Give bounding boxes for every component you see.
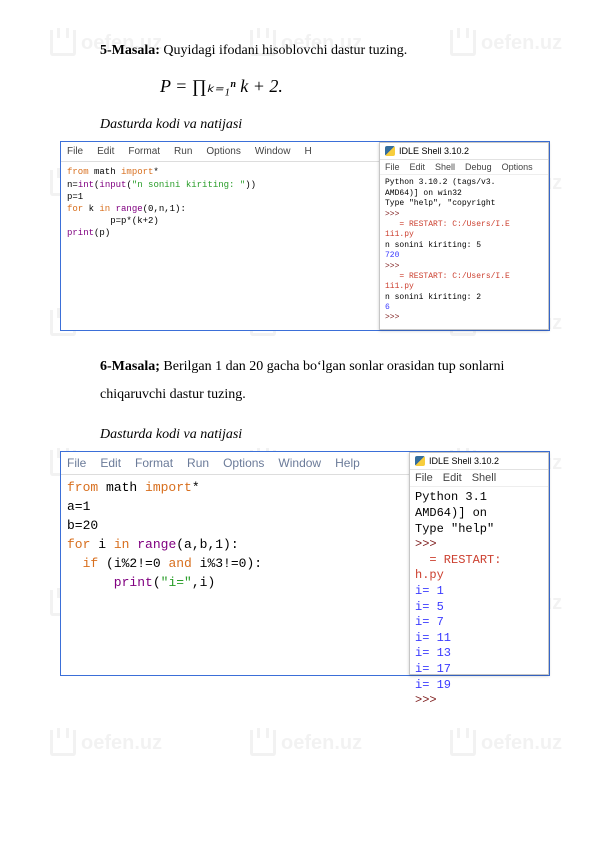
menu-item[interactable]: Help (335, 456, 360, 470)
shell-window-1: IDLE Shell 3.10.2 File Edit Shell Debug … (379, 142, 549, 330)
shell-menu: File Edit Shell (410, 470, 548, 487)
menu-item[interactable]: File (415, 472, 433, 484)
menu-item[interactable]: File (67, 456, 86, 470)
menu-item[interactable]: Edit (410, 162, 426, 172)
shell-title: IDLE Shell 3.10.2 (380, 143, 548, 160)
menu-item[interactable]: Shell (435, 162, 455, 172)
codebox-2: File Edit Format Run Options Window Help… (60, 451, 550, 676)
python-icon (415, 456, 425, 466)
menu-item[interactable]: Run (174, 146, 192, 157)
python-icon (385, 146, 395, 156)
menu-item[interactable]: Edit (100, 456, 121, 470)
menu-item[interactable]: Options (223, 456, 264, 470)
menu-item[interactable]: Edit (443, 472, 462, 484)
shell-menu: File Edit Shell Debug Options (380, 160, 548, 175)
shell-window-2: IDLE Shell 3.10.2 File Edit Shell Python… (409, 452, 549, 675)
menu-item[interactable]: Options (502, 162, 533, 172)
menu-item[interactable]: Edit (97, 146, 114, 157)
formula: P = ∏ₖ₌₁ⁿ k + 2. (160, 76, 535, 97)
shell-body: Python 3.1 AMD64)] on Type "help" >>> = … (410, 487, 548, 711)
menu-item[interactable]: File (385, 162, 400, 172)
subtitle1: Dasturda kodi va natijasi (100, 117, 535, 133)
shell-body: Python 3.10.2 (tags/v3. AMD64)] on win32… (380, 175, 548, 326)
menu-item[interactable]: Options (206, 146, 240, 157)
menu-item[interactable]: Window (278, 456, 321, 470)
menu-item[interactable]: Format (128, 146, 160, 157)
menu-item[interactable]: Shell (472, 472, 496, 484)
menu-item[interactable]: Format (135, 456, 173, 470)
menu-item[interactable]: Window (255, 146, 291, 157)
menu-item[interactable]: H (304, 146, 311, 157)
problem6-text: Berilgan 1 dan 20 gacha boʻlgan sonlar o… (100, 359, 504, 402)
subtitle2: Dasturda kodi va natijasi (100, 427, 535, 443)
menu-item[interactable]: Debug (465, 162, 492, 172)
codebox-1: File Edit Format Run Options Window H fr… (60, 141, 550, 331)
shell-title-text: IDLE Shell 3.10.2 (399, 146, 469, 156)
problem5-title: 5-Masala: Quyidagi ifodani hisoblovchi d… (100, 40, 535, 62)
problem5-label: 5-Masala: (100, 43, 160, 58)
shell-title: IDLE Shell 3.10.2 (410, 453, 548, 470)
shell-title-text: IDLE Shell 3.10.2 (429, 456, 499, 466)
problem6-title: 6-Masala; Berilgan 1 dan 20 gacha boʻlga… (100, 353, 535, 409)
problem5-text: Quyidagi ifodani hisoblovchi dastur tuzi… (160, 43, 407, 58)
problem6-label: 6-Masala; (100, 359, 160, 374)
page-content: 5-Masala: Quyidagi ifodani hisoblovchi d… (0, 0, 595, 676)
menu-item[interactable]: File (67, 146, 83, 157)
menu-item[interactable]: Run (187, 456, 209, 470)
